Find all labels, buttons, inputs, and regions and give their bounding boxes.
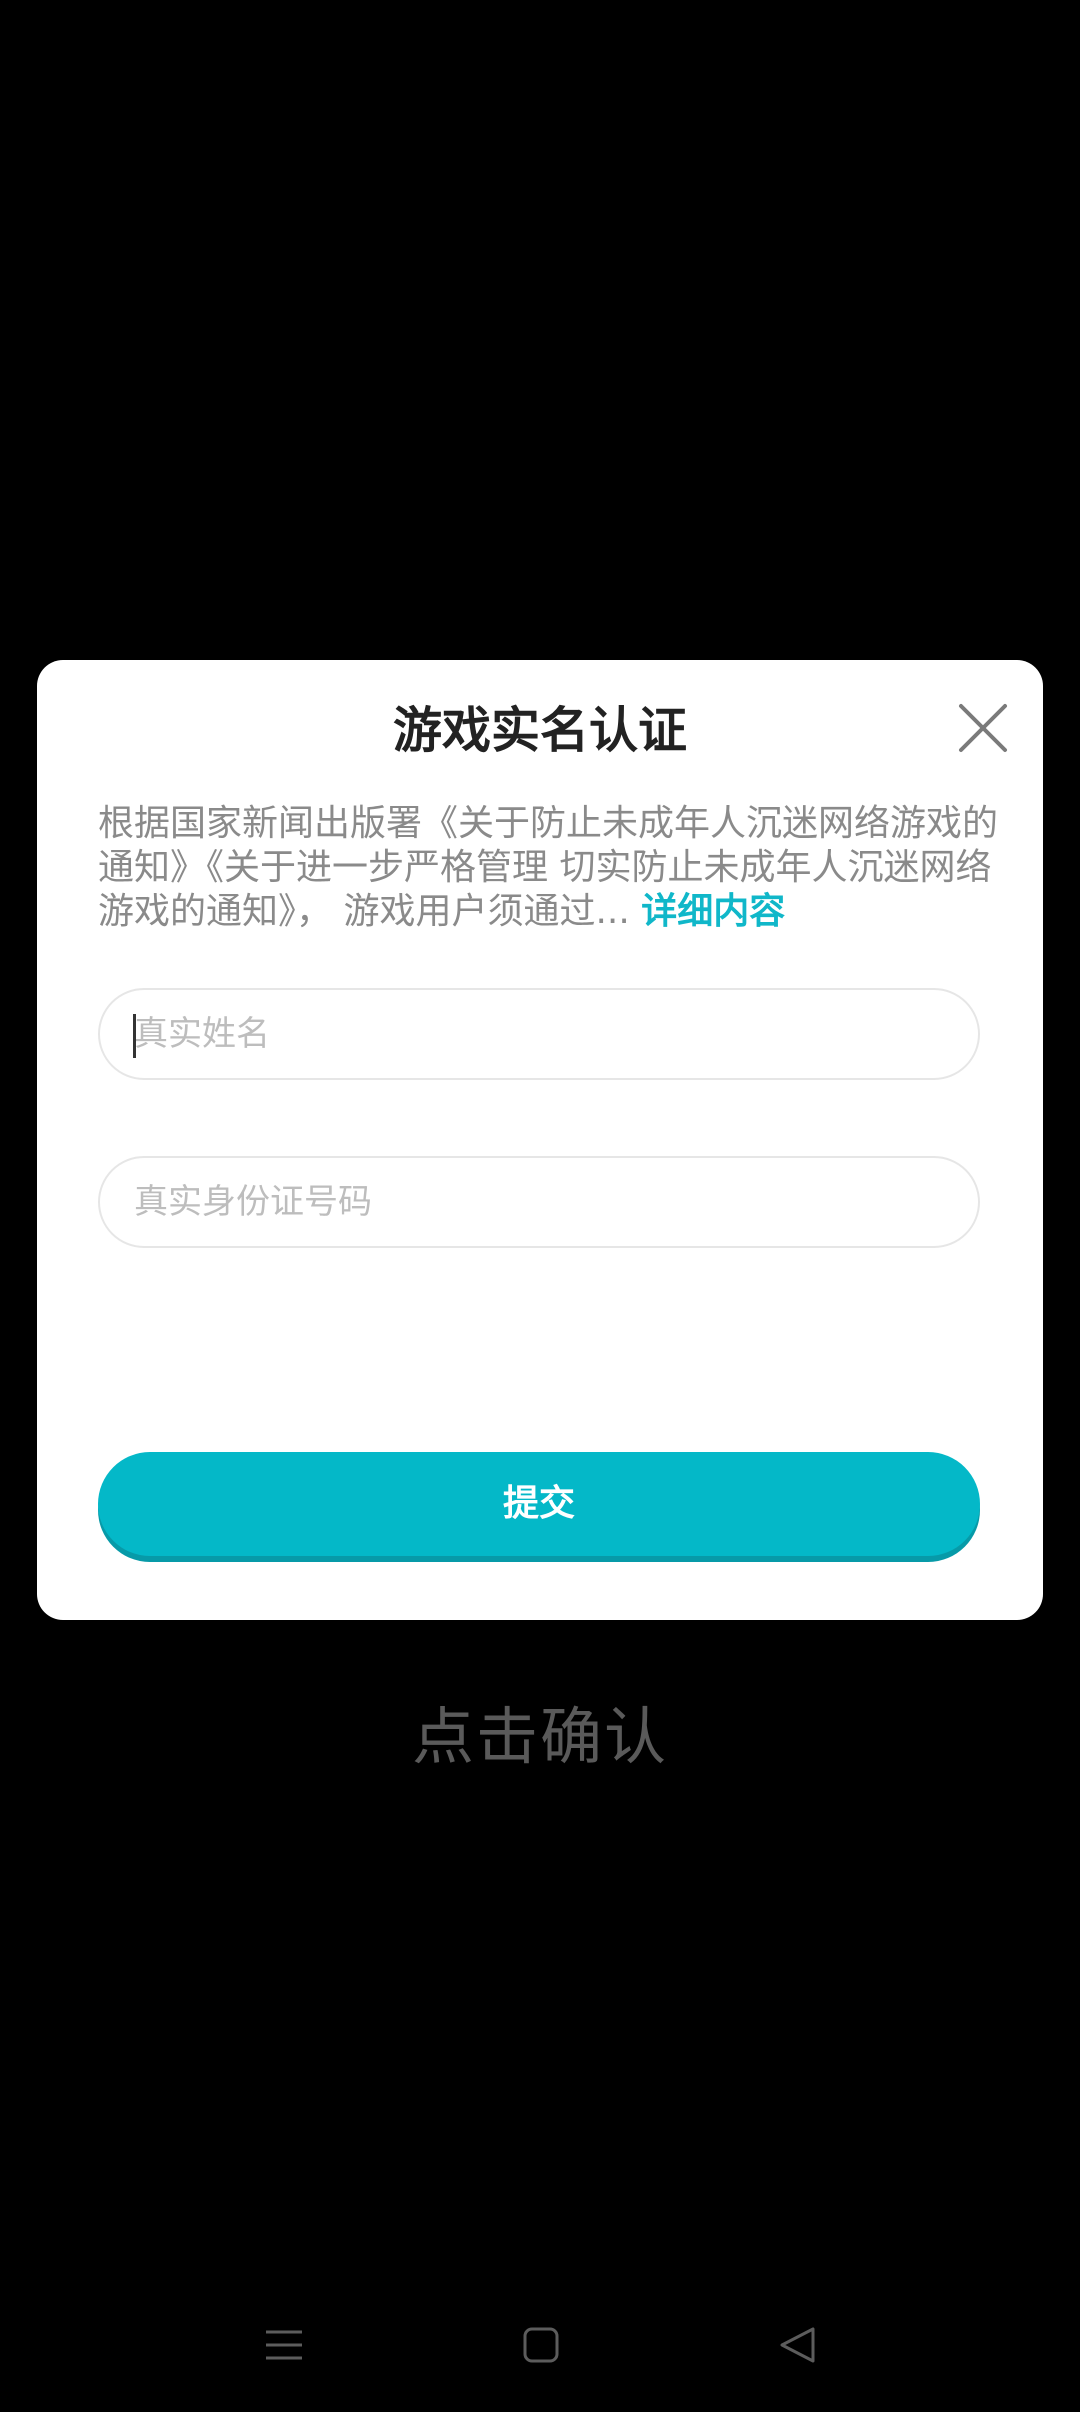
real-name-input[interactable] — [100, 990, 978, 1078]
notice-body: 根据国家新闻出版署《关于防止未成年人沉迷网络游戏的通知》《关于进一步严格管理 切… — [98, 803, 999, 932]
details-link[interactable]: 详细内容 — [641, 891, 785, 932]
close-button[interactable] — [953, 698, 1013, 758]
real-name-field[interactable] — [98, 988, 980, 1080]
submit-button[interactable]: 提交 — [98, 1452, 980, 1556]
back-icon — [780, 2327, 815, 2363]
system-navigation-bar — [0, 2310, 1080, 2380]
menu-icon — [266, 2330, 302, 2360]
nav-back-button[interactable] — [773, 2320, 823, 2370]
background-confirm-text: 点击确认 — [411, 1700, 668, 1773]
notice-text: 根据国家新闻出版署《关于防止未成年人沉迷网络游戏的通知》《关于进一步严格管理 切… — [98, 802, 1018, 934]
nav-home-button[interactable] — [516, 2320, 566, 2370]
id-number-input[interactable] — [100, 1158, 978, 1246]
text-cursor — [133, 1014, 136, 1058]
id-number-field[interactable] — [98, 1156, 980, 1248]
realname-auth-dialog: 游戏实名认证 根据国家新闻出版署《关于防止未成年人沉迷网络游戏的通知》《关于进一… — [37, 660, 1043, 1620]
dialog-title: 游戏实名认证 — [392, 702, 687, 759]
nav-menu-button[interactable] — [259, 2320, 309, 2370]
home-icon — [523, 2327, 559, 2363]
close-icon — [959, 704, 1007, 752]
